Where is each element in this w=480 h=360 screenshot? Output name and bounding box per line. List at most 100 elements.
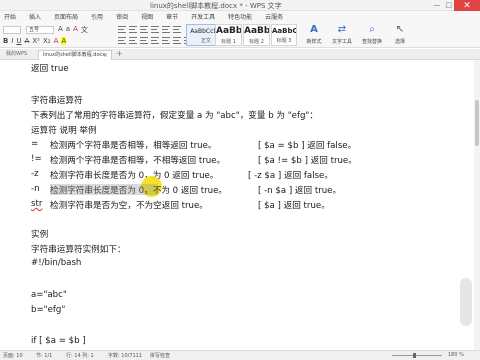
clear-format-icon[interactable]: A (73, 25, 78, 35)
ribbon-toolbar: 五号 A a A 文 B I U A X² X₂ A A AaBbCcDd 正文 (0, 22, 480, 48)
example-n: [ -n $a ] 返回 true。 (258, 186, 342, 196)
justify-icon[interactable] (151, 37, 159, 44)
superscript-icon[interactable]: X² (32, 37, 40, 45)
example-not-equal: [ $a != $b ] 返回 true。 (258, 156, 357, 166)
example-intro: 字符串运算符实例如下： (31, 245, 126, 255)
code-assign-b: b="efg" (31, 305, 66, 315)
desc-n[interactable]: 检测字符串长度是否为 0，不为 0 返回 true。 (50, 184, 227, 196)
font-color-icon[interactable]: A (54, 37, 59, 45)
paragraph-row-top (118, 26, 181, 33)
intro-paragraph: 下表列出了常用的字符串运算符，假定变量 a 为 "abc"，变量 b 为 "ef… (31, 111, 318, 121)
operator-z: -z (31, 169, 39, 179)
phonetic-icon[interactable]: 文 (81, 25, 88, 35)
style-heading-1-label: 标题 1 (221, 39, 236, 45)
close-tab-icon[interactable]: × (103, 51, 108, 60)
tab-review[interactable]: 审阅 (116, 12, 128, 21)
format-row-bottom: B I U A X² X₂ A A (3, 37, 67, 45)
sort-icon[interactable] (162, 26, 170, 33)
italic-icon[interactable]: I (11, 37, 13, 45)
heading-string-operators: 字符串运算符 (31, 96, 83, 106)
font-name-select[interactable] (3, 26, 21, 34)
style-heading-3-label: 标题 3 (276, 38, 292, 44)
desc-z: 检测字符串长度是否为 0，为 0 返回 true。 (50, 171, 219, 181)
distribute-icon[interactable] (162, 37, 170, 44)
tab-insert[interactable]: 插入 (29, 12, 41, 21)
tab-features[interactable]: 特色功能 (228, 12, 252, 21)
text-return-true: 返回 true (31, 64, 69, 74)
document-page[interactable]: 返回 true 字符串运算符 下表列出了常用的字符串运算符，假定变量 a 为 "… (0, 60, 480, 350)
tab-developer[interactable]: 开发工具 (191, 12, 215, 21)
status-word-count: 字数: 10/7111 (108, 353, 143, 359)
page-nav-pill[interactable] (460, 278, 472, 326)
find-replace-button[interactable]: ⌕ 查找替换 (358, 24, 386, 45)
new-tab-icon[interactable]: + (116, 49, 123, 58)
align-left-icon[interactable] (118, 37, 126, 44)
font-size-select[interactable]: 五号 (26, 26, 54, 34)
new-style-label: 新样式 (306, 39, 322, 45)
increase-indent-icon[interactable] (151, 26, 159, 33)
menu-tabs: 开始 插入 页面布局 引用 审阅 视图 章节 开发工具 特色功能 云服务 (0, 11, 480, 22)
style-heading-2-sample: AaBb (244, 26, 269, 36)
window-title: linux的shell脚本教程.docx * - WPS 文字 (150, 2, 282, 10)
status-zoom[interactable]: 180 % (448, 352, 464, 358)
paragraph-row-bottom (118, 37, 192, 44)
code-assign-a: a="abc" (31, 290, 67, 300)
numbering-icon[interactable] (129, 26, 137, 33)
subscript-icon[interactable]: X₂ (43, 37, 51, 45)
desc-str: 检测字符串是否为空，不为空返回 true。 (50, 201, 208, 211)
select-button[interactable]: ↖ 选择 (386, 24, 414, 45)
operator-equal: = (31, 139, 39, 149)
status-section: 节: 1/1 (36, 353, 53, 359)
bold-icon[interactable]: B (3, 37, 8, 45)
tab-sections[interactable]: 章节 (166, 12, 178, 21)
example-z: [ -z $a ] 返回 false。 (248, 171, 333, 181)
text-tools-label: 文字工具 (331, 39, 352, 45)
operator-n: -n (31, 184, 40, 194)
scrollbar-thumb[interactable] (475, 100, 479, 146)
underline-icon[interactable]: U (16, 37, 21, 45)
text-tools-button[interactable]: ⇄ 文字工具 (328, 24, 356, 45)
zoom-slider[interactable] (392, 355, 442, 356)
highlight-icon[interactable]: A (61, 37, 67, 45)
zoom-slider-knob[interactable] (413, 353, 416, 358)
tab-my-wps[interactable]: 我的WPS (2, 50, 31, 60)
shrink-font-icon[interactable]: a (66, 25, 70, 35)
status-spellcheck[interactable]: 拼写检查 (150, 352, 170, 359)
current-document-name: linux的shell脚本教程.docx (43, 52, 106, 58)
tab-current-document[interactable]: linux的shell脚本教程.docx × (38, 50, 112, 60)
find-replace-label: 查找替换 (361, 39, 382, 45)
bullets-icon[interactable] (118, 26, 126, 33)
status-bar: 页面: 10 节: 1/1 行: 14 列: 1 字数: 10/7111 拼写检… (0, 350, 480, 360)
decrease-indent-icon[interactable] (140, 26, 148, 33)
tab-cloud[interactable]: 云服务 (265, 12, 283, 21)
window-controls: — □ (433, 0, 452, 10)
align-center-icon[interactable] (129, 37, 137, 44)
tab-view[interactable]: 视图 (141, 12, 153, 21)
text-tools-icon: ⇄ (337, 24, 347, 35)
style-heading-1-sample: AaBb (216, 26, 241, 36)
tab-references[interactable]: 引用 (91, 12, 103, 21)
vertical-scrollbar[interactable] (474, 60, 480, 350)
maximize-button[interactable]: □ (445, 0, 452, 10)
document-tabs: 我的WPS linux的shell脚本教程.docx × + (0, 49, 480, 60)
tab-page-layout[interactable]: 页面布局 (54, 12, 78, 21)
example-str: [ $a ] 返回 true。 (258, 201, 330, 211)
style-heading-1[interactable]: AaBb 标题 1 (215, 24, 242, 46)
show-marks-icon[interactable] (173, 26, 181, 33)
new-style-icon: A (310, 24, 318, 35)
strikethrough-icon[interactable]: A (25, 37, 30, 45)
find-replace-icon: ⌕ (369, 24, 375, 35)
new-style-button[interactable]: A 新样式 (300, 24, 328, 45)
style-heading-2[interactable]: AaBb 标题 2 (243, 24, 270, 46)
minimize-button[interactable]: — (433, 0, 440, 10)
select-icon: ↖ (395, 24, 405, 35)
status-page: 页面: 10 (3, 353, 23, 359)
selection-highlight (50, 184, 157, 195)
desc-not-equal: 检测两个字符串是否相等，不相等返回 true。 (50, 156, 226, 166)
grow-font-icon[interactable]: A (58, 25, 63, 35)
operator-not-equal: != (31, 154, 42, 164)
style-heading-3[interactable]: AaBbC 标题 3 (271, 24, 297, 46)
align-right-icon[interactable] (140, 37, 148, 44)
tab-home[interactable]: 开始 (4, 12, 16, 21)
line-spacing-icon[interactable] (173, 37, 181, 44)
